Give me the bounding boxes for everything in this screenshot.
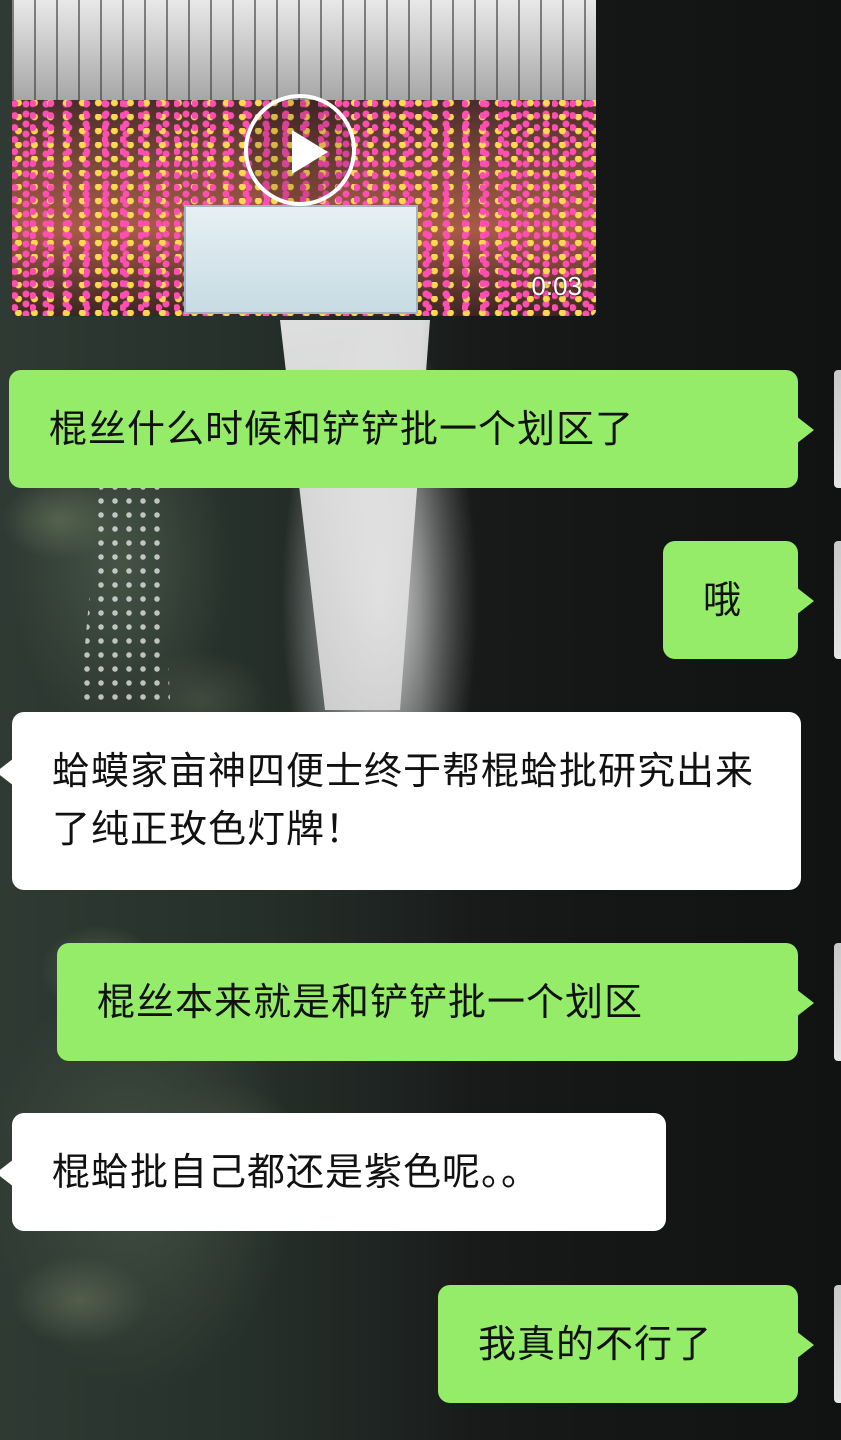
message-text: 蛤蟆家亩神四便士终于帮棍蛤批研究出来了纯正玫色灯牌！ bbox=[52, 749, 755, 851]
video-thumbnail-sign bbox=[184, 205, 418, 314]
message-text: 哦 bbox=[703, 578, 743, 622]
message-bubble-out[interactable]: 棍丝本来就是和铲铲批一个划区 bbox=[57, 943, 814, 1061]
video-duration: 0:03 bbox=[531, 271, 582, 301]
avatar[interactable] bbox=[834, 370, 841, 488]
message-text: 我真的不行了 bbox=[478, 1322, 713, 1366]
avatar[interactable] bbox=[834, 943, 841, 1061]
message-bubble-in[interactable]: 棍蛤批自己都还是紫色呢。。 bbox=[0, 1113, 666, 1231]
play-icon[interactable] bbox=[244, 94, 356, 206]
message-bubble-out[interactable]: 哦 bbox=[663, 541, 814, 659]
message-bubble-out[interactable]: 棍丝什么时候和铲铲批一个划区了 bbox=[9, 370, 814, 488]
message-text: 棍丝本来就是和铲铲批一个划区 bbox=[97, 980, 644, 1024]
video-thumbnail-roof bbox=[12, 0, 596, 100]
video-message[interactable]: 0:03 bbox=[12, 0, 596, 316]
message-text: 棍蛤批自己都还是紫色呢。。 bbox=[52, 1150, 541, 1194]
message-bubble-out[interactable]: 我真的不行了 bbox=[438, 1285, 814, 1403]
avatar[interactable] bbox=[834, 1285, 841, 1403]
avatar[interactable] bbox=[834, 541, 841, 659]
message-bubble-in[interactable]: 蛤蟆家亩神四便士终于帮棍蛤批研究出来了纯正玫色灯牌！ bbox=[0, 712, 801, 890]
message-text: 棍丝什么时候和铲铲批一个划区了 bbox=[49, 407, 635, 451]
